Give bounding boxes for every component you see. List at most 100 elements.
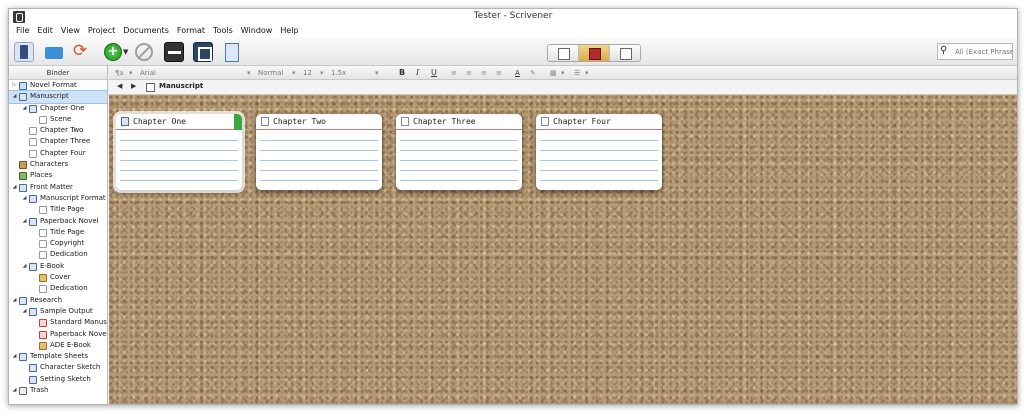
- font-select[interactable]: Arial: [140, 68, 156, 78]
- font-size-select[interactable]: 12: [303, 68, 312, 78]
- search-icon[interactable]: ⚲: [940, 45, 947, 56]
- binder-item[interactable]: Chapter Three: [9, 136, 107, 147]
- binder-item[interactable]: ◢ Trash: [9, 385, 107, 396]
- bold-button[interactable]: B: [399, 68, 405, 78]
- delete-icon[interactable]: [135, 43, 153, 61]
- quickref-icon[interactable]: [221, 42, 241, 62]
- menu-help[interactable]: Help: [280, 25, 298, 38]
- paragraph-style-select[interactable]: ¶a: [115, 68, 124, 78]
- index-card-title[interactable]: Chapter Two: [273, 117, 326, 126]
- underline-button[interactable]: U: [431, 68, 437, 78]
- corkboard-view-icon[interactable]: [579, 45, 610, 61]
- align-right-icon[interactable]: ≡: [481, 68, 487, 78]
- menu-edit[interactable]: Edit: [37, 25, 53, 38]
- outliner-view-icon[interactable]: [610, 45, 640, 61]
- table-icon[interactable]: ▦: [550, 68, 557, 78]
- dropdown-icon[interactable]: ▾: [129, 68, 133, 78]
- menu-file[interactable]: File: [16, 25, 29, 38]
- binder-item[interactable]: Setting Sketch: [9, 374, 107, 385]
- menu-project[interactable]: Project: [88, 25, 115, 38]
- binder-item[interactable]: Title Page: [9, 227, 107, 238]
- line-spacing-select[interactable]: 1.5x: [331, 68, 346, 78]
- index-card-title[interactable]: Chapter Three: [413, 117, 476, 126]
- forward-icon[interactable]: ▶: [131, 82, 136, 90]
- text-color-button[interactable]: A: [515, 68, 520, 78]
- binder-item[interactable]: Title Page: [9, 204, 107, 215]
- index-card-synopsis[interactable]: [120, 131, 238, 190]
- highlight-icon[interactable]: ✎: [530, 68, 536, 78]
- index-card[interactable]: Chapter Three: [396, 114, 522, 190]
- index-card-title[interactable]: Chapter One: [133, 117, 186, 126]
- add-document-icon[interactable]: +: [104, 43, 122, 61]
- collections-icon[interactable]: [44, 42, 64, 62]
- binder-item[interactable]: ◢ Research: [9, 295, 107, 306]
- index-card[interactable]: Chapter Two: [256, 114, 382, 190]
- dropdown-icon[interactable]: ▾: [375, 68, 379, 78]
- keywords-icon[interactable]: [164, 42, 184, 62]
- binder-item[interactable]: Copyright: [9, 238, 107, 249]
- binder-item[interactable]: ▷ Novel Format: [9, 80, 107, 91]
- binder-item[interactable]: ◢ Manuscript Format: [9, 193, 107, 204]
- collapse-icon[interactable]: ◢: [11, 295, 18, 306]
- dropdown-icon[interactable]: ▾: [585, 68, 589, 78]
- collapse-icon[interactable]: ◢: [11, 351, 18, 362]
- binder-item[interactable]: ◢ Template Sheets: [9, 351, 107, 362]
- collapse-icon[interactable]: ◢: [11, 182, 18, 193]
- menu-window[interactable]: Window: [241, 25, 273, 38]
- align-left-icon[interactable]: ≡: [451, 68, 457, 78]
- binder-item[interactable]: Characters: [9, 159, 107, 170]
- binder-item[interactable]: ADE E-Book: [9, 340, 107, 351]
- binder-item[interactable]: ◢ Sample Output: [9, 306, 107, 317]
- index-card[interactable]: Chapter One: [116, 114, 242, 190]
- binder-item[interactable]: Dedication: [9, 249, 107, 260]
- binder-item[interactable]: Standard Manuscr...: [9, 317, 107, 328]
- collapse-icon[interactable]: ◢: [21, 193, 28, 204]
- inspector-icon[interactable]: [193, 42, 213, 62]
- binder-item[interactable]: Cover: [9, 272, 107, 283]
- collapse-icon[interactable]: ◢: [21, 306, 28, 317]
- scrivenings-view-icon[interactable]: [548, 45, 579, 61]
- add-dropdown-icon[interactable]: ▼: [123, 48, 131, 58]
- binder-item[interactable]: ◢ Chapter One: [9, 103, 107, 114]
- binder-item[interactable]: Paperback Novel: [9, 329, 107, 340]
- menu-format[interactable]: Format: [177, 25, 205, 38]
- dropdown-icon[interactable]: ▾: [320, 68, 324, 78]
- collapse-icon[interactable]: ◢: [21, 216, 28, 227]
- collapse-icon[interactable]: ◢: [11, 385, 18, 396]
- binder-item[interactable]: Places: [9, 170, 107, 181]
- dropdown-icon[interactable]: ▾: [561, 68, 565, 78]
- collapse-icon[interactable]: ◢: [21, 261, 28, 272]
- index-card[interactable]: Chapter Four: [536, 114, 662, 190]
- menu-view[interactable]: View: [61, 25, 80, 38]
- italic-button[interactable]: I: [416, 68, 419, 78]
- binder-item[interactable]: Character Sketch: [9, 362, 107, 373]
- expand-icon[interactable]: ▷: [11, 80, 18, 91]
- binder-item[interactable]: ◢ Manuscript: [9, 90, 107, 104]
- binder-item[interactable]: Scene: [9, 114, 107, 125]
- back-icon[interactable]: ◀: [117, 82, 122, 90]
- collapse-icon[interactable]: ◢: [21, 103, 28, 114]
- sync-icon[interactable]: [72, 41, 92, 62]
- binder-item[interactable]: ◢ Front Matter: [9, 182, 107, 193]
- list-icon[interactable]: ☰: [574, 68, 580, 78]
- search-input[interactable]: [955, 46, 1013, 58]
- index-card-synopsis[interactable]: [540, 131, 658, 190]
- binder-item[interactable]: ◢ E-Book: [9, 261, 107, 272]
- binder-item[interactable]: Chapter Two: [9, 125, 107, 136]
- corkboard[interactable]: Chapter One Chapter Two Chapter Three Chapt…: [109, 95, 1017, 404]
- dropdown-icon[interactable]: ▾: [247, 68, 251, 78]
- align-justify-icon[interactable]: ≡: [496, 68, 502, 78]
- index-card-title[interactable]: Chapter Four: [553, 117, 611, 126]
- menu-tools[interactable]: Tools: [213, 25, 233, 38]
- collapse-icon[interactable]: ◢: [11, 91, 18, 102]
- align-center-icon[interactable]: ≡: [466, 68, 472, 78]
- index-card-synopsis[interactable]: [400, 131, 518, 190]
- binder-toggle-icon[interactable]: [14, 42, 34, 62]
- index-card-synopsis[interactable]: [260, 131, 378, 190]
- menu-documents[interactable]: Documents: [123, 25, 169, 38]
- binder-item[interactable]: ◢ Paperback Novel: [9, 216, 107, 227]
- dropdown-icon[interactable]: ▾: [292, 68, 296, 78]
- binder-item[interactable]: Dedication: [9, 283, 107, 294]
- binder-item[interactable]: Chapter Four: [9, 148, 107, 159]
- font-weight-select[interactable]: Normal: [258, 68, 283, 78]
